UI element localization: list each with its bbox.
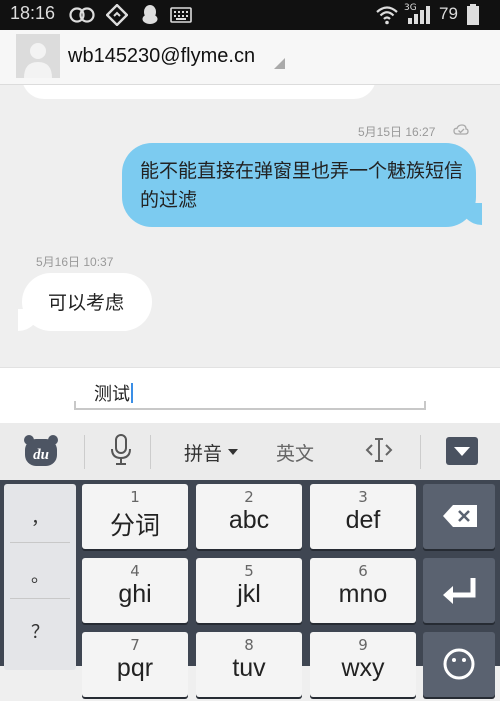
key-3[interactable]: 3 def (310, 484, 416, 549)
ime-toolbar: du 拼音 英文 (0, 423, 500, 481)
key-number: 3 (358, 488, 368, 506)
key-7[interactable]: 7 pqr (82, 632, 188, 697)
key-8[interactable]: 8 tuv (196, 632, 302, 697)
enter-button[interactable] (423, 558, 495, 623)
dropdown-corner-icon[interactable] (274, 58, 285, 69)
qq-penguin-icon (142, 5, 158, 24)
t9-keyboard: ， 。 ？ 1 分词 2 abc 3 def 4 ghi 5 jkl 6 mno (0, 480, 500, 697)
baidu-du-icon[interactable]: du (22, 433, 60, 469)
key-6[interactable]: 6 mno (310, 558, 416, 623)
punct-key-comma[interactable]: ， (4, 504, 76, 530)
incoming-message-bubble[interactable]: 可以考虑 (22, 273, 152, 331)
hide-keyboard-icon (454, 447, 470, 456)
status-bar: 18:16 3G 79 (0, 0, 500, 30)
wifi-icon (376, 6, 398, 25)
key-label: def (345, 506, 381, 534)
message-timestamp: 5月16日 10:37 (36, 255, 114, 269)
key-number: 5 (244, 562, 254, 580)
conversation-header: wb145230@flyme.cn (0, 30, 500, 85)
avatar[interactable] (16, 34, 60, 78)
battery-level: 79 (439, 4, 458, 23)
punct-key-period[interactable]: 。 (4, 562, 76, 588)
key-label: jkl (237, 580, 261, 608)
key-number: 9 (358, 636, 368, 654)
key-number: 2 (244, 488, 254, 506)
key-4[interactable]: 4 ghi (82, 558, 188, 623)
key-5[interactable]: 5 jkl (196, 558, 302, 623)
message-input[interactable]: 测试 (76, 380, 424, 408)
cloud-sent-icon (453, 124, 469, 135)
toolbar-divider (420, 435, 421, 469)
status-time: 18:16 (10, 3, 56, 23)
key-number: 8 (244, 636, 254, 654)
battery-icon (467, 4, 479, 25)
toolbar-divider (84, 435, 85, 469)
contact-name[interactable]: wb145230@flyme.cn (68, 45, 255, 68)
key-label: abc (228, 506, 270, 534)
punct-divider (10, 598, 70, 599)
key-label: pqr (116, 654, 154, 682)
punct-divider (10, 542, 70, 543)
message-input-value: 测试 (94, 384, 130, 405)
message-list[interactable]: 5月15日 16:27 能不能直接在弹窗里也弄一个魅族短信的过滤 5月16日 1… (0, 85, 500, 367)
key-label: mno (338, 580, 388, 608)
outgoing-message-bubble[interactable]: 能不能直接在弹窗里也弄一个魅族短信的过滤 (122, 143, 476, 227)
text-caret (131, 383, 133, 403)
hide-keyboard-button[interactable] (446, 437, 478, 465)
key-label: wxy (341, 654, 385, 682)
message-text: 能不能直接在弹窗里也弄一个魅族短信的过滤 (140, 160, 464, 211)
enter-icon (443, 578, 476, 604)
signal-icon (408, 6, 430, 24)
message-timestamp: 5月15日 16:27 (358, 125, 436, 139)
backspace-icon (443, 505, 477, 527)
message-text: 可以考虑 (48, 292, 125, 314)
backspace-button[interactable] (423, 484, 495, 549)
key-label: ghi (118, 580, 152, 608)
key-label: 分词 (109, 512, 160, 540)
emoji-icon (443, 648, 475, 680)
key-number: 4 (130, 562, 140, 580)
previous-message-bubble[interactable] (22, 85, 376, 99)
infinity-icon (69, 7, 95, 23)
microphone-icon[interactable] (108, 433, 134, 467)
emoji-button[interactable] (423, 632, 495, 697)
punct-key-question[interactable]: ？ (4, 618, 76, 644)
key-label: tuv (232, 654, 266, 682)
key-number: 1 (130, 488, 140, 506)
keyboard-icon (170, 7, 192, 23)
punctuation-column: ， 。 ？ (4, 484, 76, 670)
compass-icon (106, 4, 128, 26)
key-1[interactable]: 1 分词 (82, 484, 188, 549)
key-2[interactable]: 2 abc (196, 484, 302, 549)
input-underline-right (424, 401, 426, 410)
key-9[interactable]: 9 wxy (310, 632, 416, 697)
toolbar-divider (150, 435, 151, 469)
english-mode-button[interactable]: 英文 (276, 439, 314, 466)
key-number: 6 (358, 562, 368, 580)
cursor-move-icon[interactable] (364, 435, 394, 465)
input-underline (74, 408, 426, 410)
compose-bar: 测试 (0, 367, 500, 424)
ime-logo-text: du (33, 447, 49, 463)
pinyin-mode-button[interactable]: 拼音 (184, 439, 222, 466)
contact-silhouette-icon (24, 43, 52, 78)
pinyin-dropdown-icon (228, 449, 238, 455)
key-number: 7 (130, 636, 140, 654)
